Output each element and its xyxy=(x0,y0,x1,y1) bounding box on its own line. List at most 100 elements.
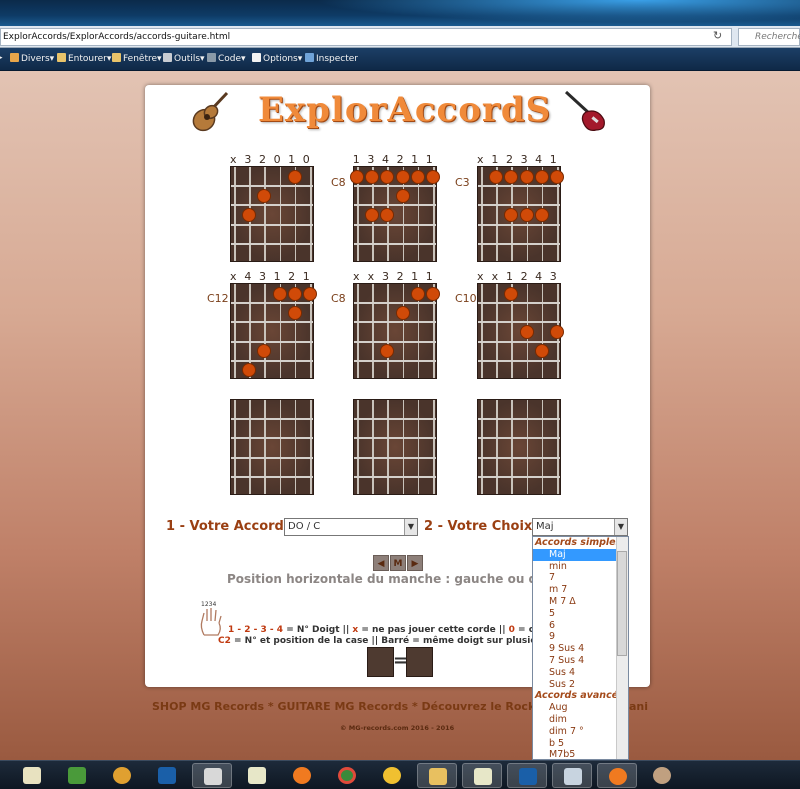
fret-line xyxy=(231,340,313,343)
string-mark: 0 xyxy=(273,153,281,166)
chord-diagram xyxy=(230,399,314,495)
string-mark: 3 xyxy=(258,270,266,283)
dropdown-option[interactable]: M7b5 xyxy=(533,749,628,759)
select-choix[interactable]: Maj ▼ xyxy=(532,518,628,536)
toolbar-options[interactable]: Options▾ xyxy=(252,53,302,64)
string-marks: xx3211 xyxy=(349,270,437,283)
barre-diagram-1 xyxy=(367,647,394,677)
guitar-string xyxy=(234,167,236,261)
dropdown-option[interactable]: 9 xyxy=(533,631,628,643)
finger-dot xyxy=(350,169,364,184)
chevron-down-icon[interactable]: ▼ xyxy=(404,519,417,535)
taskbar-app-green[interactable] xyxy=(57,763,97,788)
dropdown-option[interactable]: M 7 Δ xyxy=(533,596,628,608)
dropdown-option[interactable]: 7 xyxy=(533,572,628,584)
toolbar-menu-arrow[interactable]: ▸ xyxy=(0,53,3,63)
pencil-icon xyxy=(112,53,121,62)
prev-position-button[interactable]: ◀ xyxy=(373,555,389,571)
string-marks: x43121 xyxy=(226,270,314,283)
string-mark: 0 xyxy=(302,153,310,166)
toolbar-inspecter[interactable]: Inspecter xyxy=(305,53,358,64)
chord-diagram xyxy=(230,166,314,262)
chord-diagram xyxy=(477,399,561,495)
taskbar-firefox[interactable] xyxy=(282,763,322,788)
footer-links[interactable]: SHOP MG Records * GUITARE MG Records * D… xyxy=(152,700,648,713)
dropdown-scrollbar[interactable] xyxy=(616,537,628,759)
taskbar-explorer[interactable] xyxy=(417,763,457,788)
string-mark: 3 xyxy=(244,153,252,166)
next-position-button[interactable]: ▶ xyxy=(407,555,423,571)
dropdown-option[interactable]: m 7 xyxy=(533,584,628,596)
fret-line xyxy=(478,359,560,362)
string-mark: 1 xyxy=(273,270,281,283)
taskbar-paint[interactable] xyxy=(192,763,232,788)
toolbar-outils[interactable]: Outils▾ xyxy=(163,53,205,64)
toolbar-code[interactable]: Code▾ xyxy=(207,53,246,64)
string-mark: 4 xyxy=(381,153,389,166)
toolbar-fenetre[interactable]: Fenêtre▾ xyxy=(112,53,162,64)
string-mark: x xyxy=(353,270,360,283)
string-mark: 1 xyxy=(411,270,419,283)
string-mark: 3 xyxy=(520,153,528,166)
string-mark: 1 xyxy=(411,153,419,166)
scrollbar-thumb[interactable] xyxy=(617,551,627,656)
guitar-string xyxy=(417,400,420,494)
dropdown-option[interactable]: 6 xyxy=(533,620,628,632)
string-marks: x12341 xyxy=(473,153,561,166)
dropdown-option[interactable]: Maj xyxy=(533,548,628,561)
string-mark: 4 xyxy=(244,270,252,283)
guitar-string xyxy=(264,400,266,494)
guitar-string xyxy=(249,400,251,494)
dropdown-option[interactable]: b 5 xyxy=(533,738,628,750)
taskbar-app-table[interactable] xyxy=(552,763,592,788)
taskbar-chrome[interactable] xyxy=(327,763,367,788)
finger-dot xyxy=(303,286,317,301)
taskbar-app-gear[interactable] xyxy=(102,763,142,788)
dropdown-option[interactable]: Aug xyxy=(533,702,628,714)
guitar-string xyxy=(481,167,483,261)
finger-dot xyxy=(534,169,549,184)
taskbar-palette[interactable] xyxy=(642,763,682,788)
choix-dropdown-list[interactable]: Accords simples Maj min 7 m 7M 7 Δ5699 Sus 4… xyxy=(532,536,629,760)
dropdown-option[interactable]: 7 Sus 4 xyxy=(533,655,628,667)
reload-icon[interactable]: ↻ xyxy=(713,29,722,42)
dropdown-option[interactable]: dim xyxy=(533,714,628,726)
taskbar-app-chart[interactable] xyxy=(237,763,277,788)
guitar-string xyxy=(310,400,312,494)
url-field[interactable]: ExplorAccords/ExplorAccords/accords-guit… xyxy=(0,28,732,46)
taskbar-firefox-2[interactable] xyxy=(597,763,637,788)
chevron-down-icon[interactable]: ▼ xyxy=(614,519,627,535)
toolbar-divers[interactable]: Divers▾ xyxy=(10,53,54,64)
dropdown-option[interactable]: Sus 2 xyxy=(533,679,628,691)
dropdown-option[interactable]: dim 7 ° xyxy=(533,726,628,738)
taskbar-photoshop-2[interactable] xyxy=(507,763,547,788)
tools-icon xyxy=(163,53,172,62)
guitar-string xyxy=(541,284,544,378)
taskbar-app-chart-2[interactable] xyxy=(462,763,502,788)
toolbar-entourer[interactable]: Entourer▾ xyxy=(57,53,111,64)
webdev-toolbar: ▸ Divers▾ Entourer▾ Fenêtre▾ Outils▾ Cod… xyxy=(0,48,800,71)
chord-diagram xyxy=(230,283,317,379)
select-accord[interactable]: DO / C ▼ xyxy=(284,518,418,536)
fret-line xyxy=(354,223,436,226)
finger-dot xyxy=(504,208,519,222)
legend-line-1: 1 - 2 - 3 - 4 = N° Doigt || x = ne pas j… xyxy=(228,625,541,635)
dropdown-option[interactable]: min xyxy=(533,561,628,573)
dropdown-option[interactable]: 5 xyxy=(533,608,628,620)
fret-line xyxy=(478,204,560,207)
finger-dot xyxy=(550,169,564,184)
dropdown-option[interactable]: 9 Sus 4 xyxy=(533,643,628,655)
options-icon xyxy=(252,53,261,62)
fret-line xyxy=(478,321,560,324)
finger-dot xyxy=(550,325,564,339)
dropdown-option[interactable]: Sus 4 xyxy=(533,667,628,679)
taskbar-app-drive[interactable] xyxy=(372,763,412,788)
fret-line xyxy=(478,302,560,305)
middle-position-button[interactable]: M xyxy=(390,555,406,571)
taskbar-notepad[interactable] xyxy=(12,763,52,788)
search-input[interactable]: Rechercher xyxy=(738,28,800,46)
taskbar-photoshop[interactable] xyxy=(147,763,187,788)
guitar-string xyxy=(372,284,374,378)
fret-line xyxy=(354,204,436,207)
fret-line xyxy=(354,475,436,478)
